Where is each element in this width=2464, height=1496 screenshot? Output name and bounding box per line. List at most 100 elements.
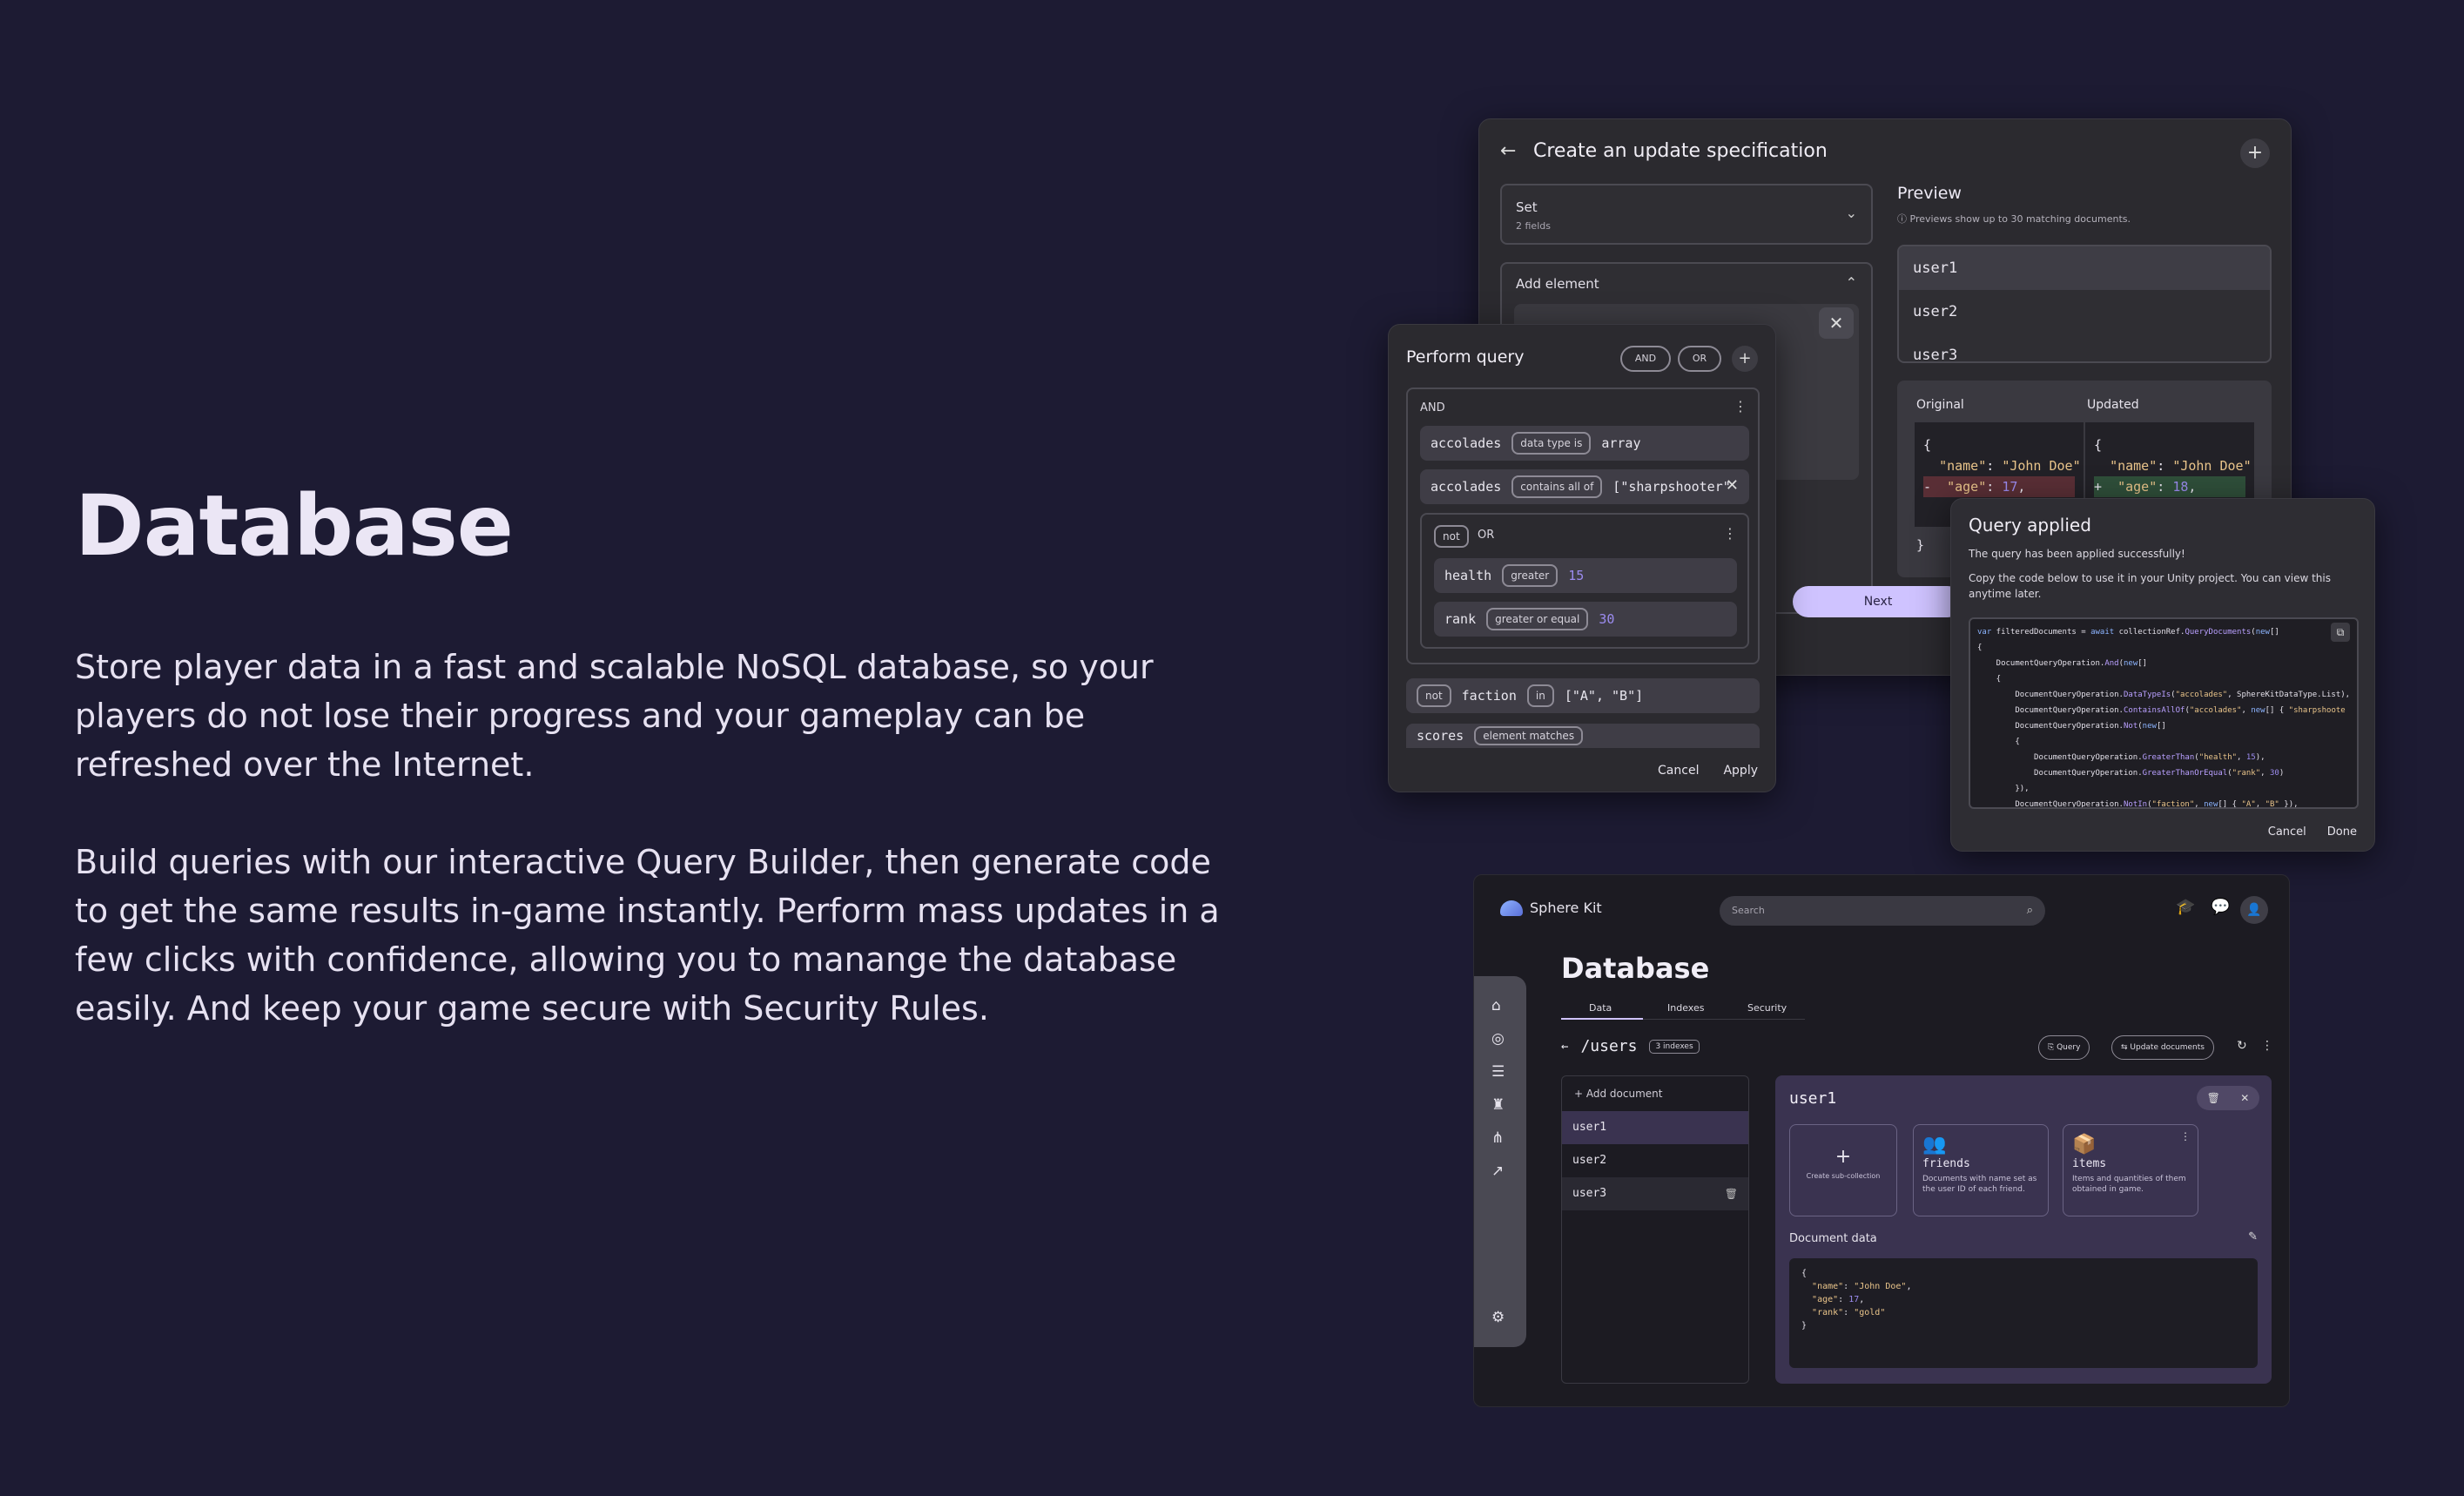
or-group: not OR ⋮ health greater 15 rank greater … [1420,513,1749,649]
page-title: Database [1561,952,1710,985]
trash-icon[interactable]: 🗑 [2207,1092,2220,1104]
home-icon[interactable]: ⌂ [1491,997,1501,1014]
create-sub-collection-button[interactable]: + Create sub-collection [1789,1124,1897,1216]
or-toggle[interactable]: OR [1678,346,1721,372]
tab-security[interactable]: Security [1747,1002,1787,1014]
more-icon[interactable]: ⋮ [2180,1130,2191,1142]
graph-icon[interactable]: ⋔ [1491,1129,1504,1147]
done-button[interactable]: Done [2327,825,2357,839]
query-footer: Cancel Apply [1658,764,1758,778]
sidebar: ⌂ ◎ ☰ ♜ ⋔ ↗ ⚙ [1474,976,1526,1347]
back-arrow-icon[interactable]: ← [1500,140,1516,162]
preview-item[interactable]: user3 [1899,334,2270,361]
cancel-button[interactable]: Cancel [1658,764,1699,778]
plus-icon: + [1835,1146,1852,1168]
preview-list: user1 user2 user3 [1897,245,2272,363]
faction-condition-row[interactable]: not faction in ["A", "B"] [1406,678,1760,713]
hero-paragraph-2: Build queries with our interactive Query… [75,843,1220,1028]
collection-path: ← /users 3 indexes [1561,1037,1700,1055]
document-data-label: Document data [1789,1232,1877,1245]
chat-icon[interactable]: 💬 [2211,898,2230,916]
dialog-title: Query applied [1969,515,2091,536]
more-icon[interactable]: ⋮ [1723,525,1737,542]
auth-icon[interactable]: ◎ [1491,1030,1505,1048]
close-icon[interactable]: ✕ [1726,476,1739,495]
more-icon[interactable]: ⋮ [2261,1039,2273,1053]
learn-icon[interactable]: 🎓 [2176,898,2195,916]
query-title: Perform query [1406,347,1525,367]
scores-condition-row[interactable]: scores element matches [1406,724,1760,748]
select-value: Set [1516,199,1538,215]
preview-item[interactable]: user2 [1899,290,2270,334]
sphere-logo-icon [1500,900,1523,916]
friends-icon: 👥 [1922,1134,1947,1156]
add-element-label[interactable]: Add element [1516,276,1599,292]
edit-icon[interactable]: ✎ [2248,1230,2258,1243]
query-button[interactable]: ⎘ Query [2038,1035,2090,1060]
condition-row[interactable]: rank greater or equal 30 [1434,602,1737,637]
sub-collection-card[interactable]: 👥 friends Documents with name set as the… [1913,1124,2049,1216]
add-document-button[interactable]: + Add document [1562,1076,1748,1111]
brand[interactable]: Sphere Kit [1500,900,1602,916]
gear-icon[interactable]: ⚙ [1491,1309,1505,1326]
operation-select[interactable]: Set 2 fields ⌄ [1500,184,1873,245]
condition-row[interactable]: accolades contains all of ["sharpshooter… [1420,469,1749,504]
preview-item[interactable]: user1 [1899,246,2270,290]
dialog-footer: Cancel Done [2268,825,2357,839]
updated-label: Updated [2087,398,2139,412]
copy-instructions: Copy the code below to use it in your Un… [1969,572,2331,600]
condition-row[interactable]: accolades data type is array [1420,426,1749,461]
more-icon[interactable]: ⋮ [1734,398,1747,414]
document-detail: user1 🗑 ✕ + Create sub-collection 👥 frie… [1775,1075,2272,1384]
index-count-badge[interactable]: 3 indexes [1649,1039,1700,1054]
condition-row[interactable]: health greater 15 [1434,558,1737,593]
original-label: Original [1916,398,1964,412]
spec-title: Create an update specification [1533,140,1828,162]
hero-title: Database [75,477,514,575]
refresh-icon[interactable]: ↻ [2237,1039,2247,1053]
operator-pill[interactable]: contains all of [1511,475,1603,498]
hero-paragraph-1: Store player data in a fast and scalable… [75,648,1154,784]
next-button[interactable]: Next [1793,586,1963,617]
and-toggle[interactable]: AND [1620,346,1671,372]
trend-icon[interactable]: ↗ [1491,1162,1504,1180]
not-pill[interactable]: not [1434,525,1469,548]
document-list: + Add document user1 user2 user3 🗑 [1561,1075,1749,1384]
update-documents-button[interactable]: ⇆ Update documents [2111,1035,2214,1060]
avatar[interactable]: 👤 [2240,896,2268,924]
search-icon: ⌕ [2026,904,2033,917]
close-icon[interactable]: ✕ [2240,1092,2249,1104]
cancel-button[interactable]: Cancel [2268,825,2306,839]
list-item[interactable]: user1 [1562,1111,1748,1144]
document-tools: 🗑 ✕ [2197,1086,2259,1110]
preview-note: ⓘ Previews show up to 30 matching docume… [1897,213,2131,225]
document-json: { "name": "John Doe", "age": 17, "rank":… [1789,1258,2258,1368]
apply-button[interactable]: Apply [1723,764,1758,778]
generated-code: var filteredDocuments = await collection… [1969,617,2359,809]
trash-icon[interactable]: 🗑 [1725,1177,1738,1210]
sub-collection-card[interactable]: 📦 items Items and quantities of them obt… [2063,1124,2198,1216]
database-icon[interactable]: ☰ [1491,1063,1505,1081]
tab-data[interactable]: Data [1589,1002,1612,1014]
tab-indexes[interactable]: Indexes [1667,1002,1704,1014]
box-icon: 📦 [2072,1134,2097,1156]
trophy-icon[interactable]: ♜ [1491,1096,1505,1114]
document-name: user1 [1789,1089,1837,1108]
close-icon[interactable]: ✕ [1819,307,1854,339]
list-item[interactable]: user2 [1562,1144,1748,1177]
add-condition-button[interactable]: + [1732,346,1758,372]
active-tab-indicator [1561,1018,1643,1020]
perform-query-panel: Perform query AND OR + AND ⋮ accolades d… [1388,324,1776,792]
preview-title: Preview [1897,184,1962,203]
or-label: OR [1478,529,1495,542]
operator-pill[interactable]: data type is [1511,432,1592,455]
add-button[interactable]: + [2240,138,2270,168]
query-applied-dialog: Query applied The query has been applied… [1950,498,2375,852]
list-item[interactable]: user3 🗑 [1562,1177,1748,1210]
copy-icon[interactable]: ⧉ [2331,623,2350,642]
database-dashboard: Sphere Kit Search ⌕ 🎓 💬 👤 ⌂ ◎ ☰ ♜ ⋔ ↗ ⚙ … [1473,874,2290,1407]
back-arrow-icon[interactable]: ← [1561,1040,1568,1054]
search-input[interactable]: Search ⌕ [1720,896,2045,926]
chevron-up-icon[interactable]: ⌃ [1846,274,1857,291]
and-group: AND ⋮ accolades data type is array accol… [1406,387,1760,664]
